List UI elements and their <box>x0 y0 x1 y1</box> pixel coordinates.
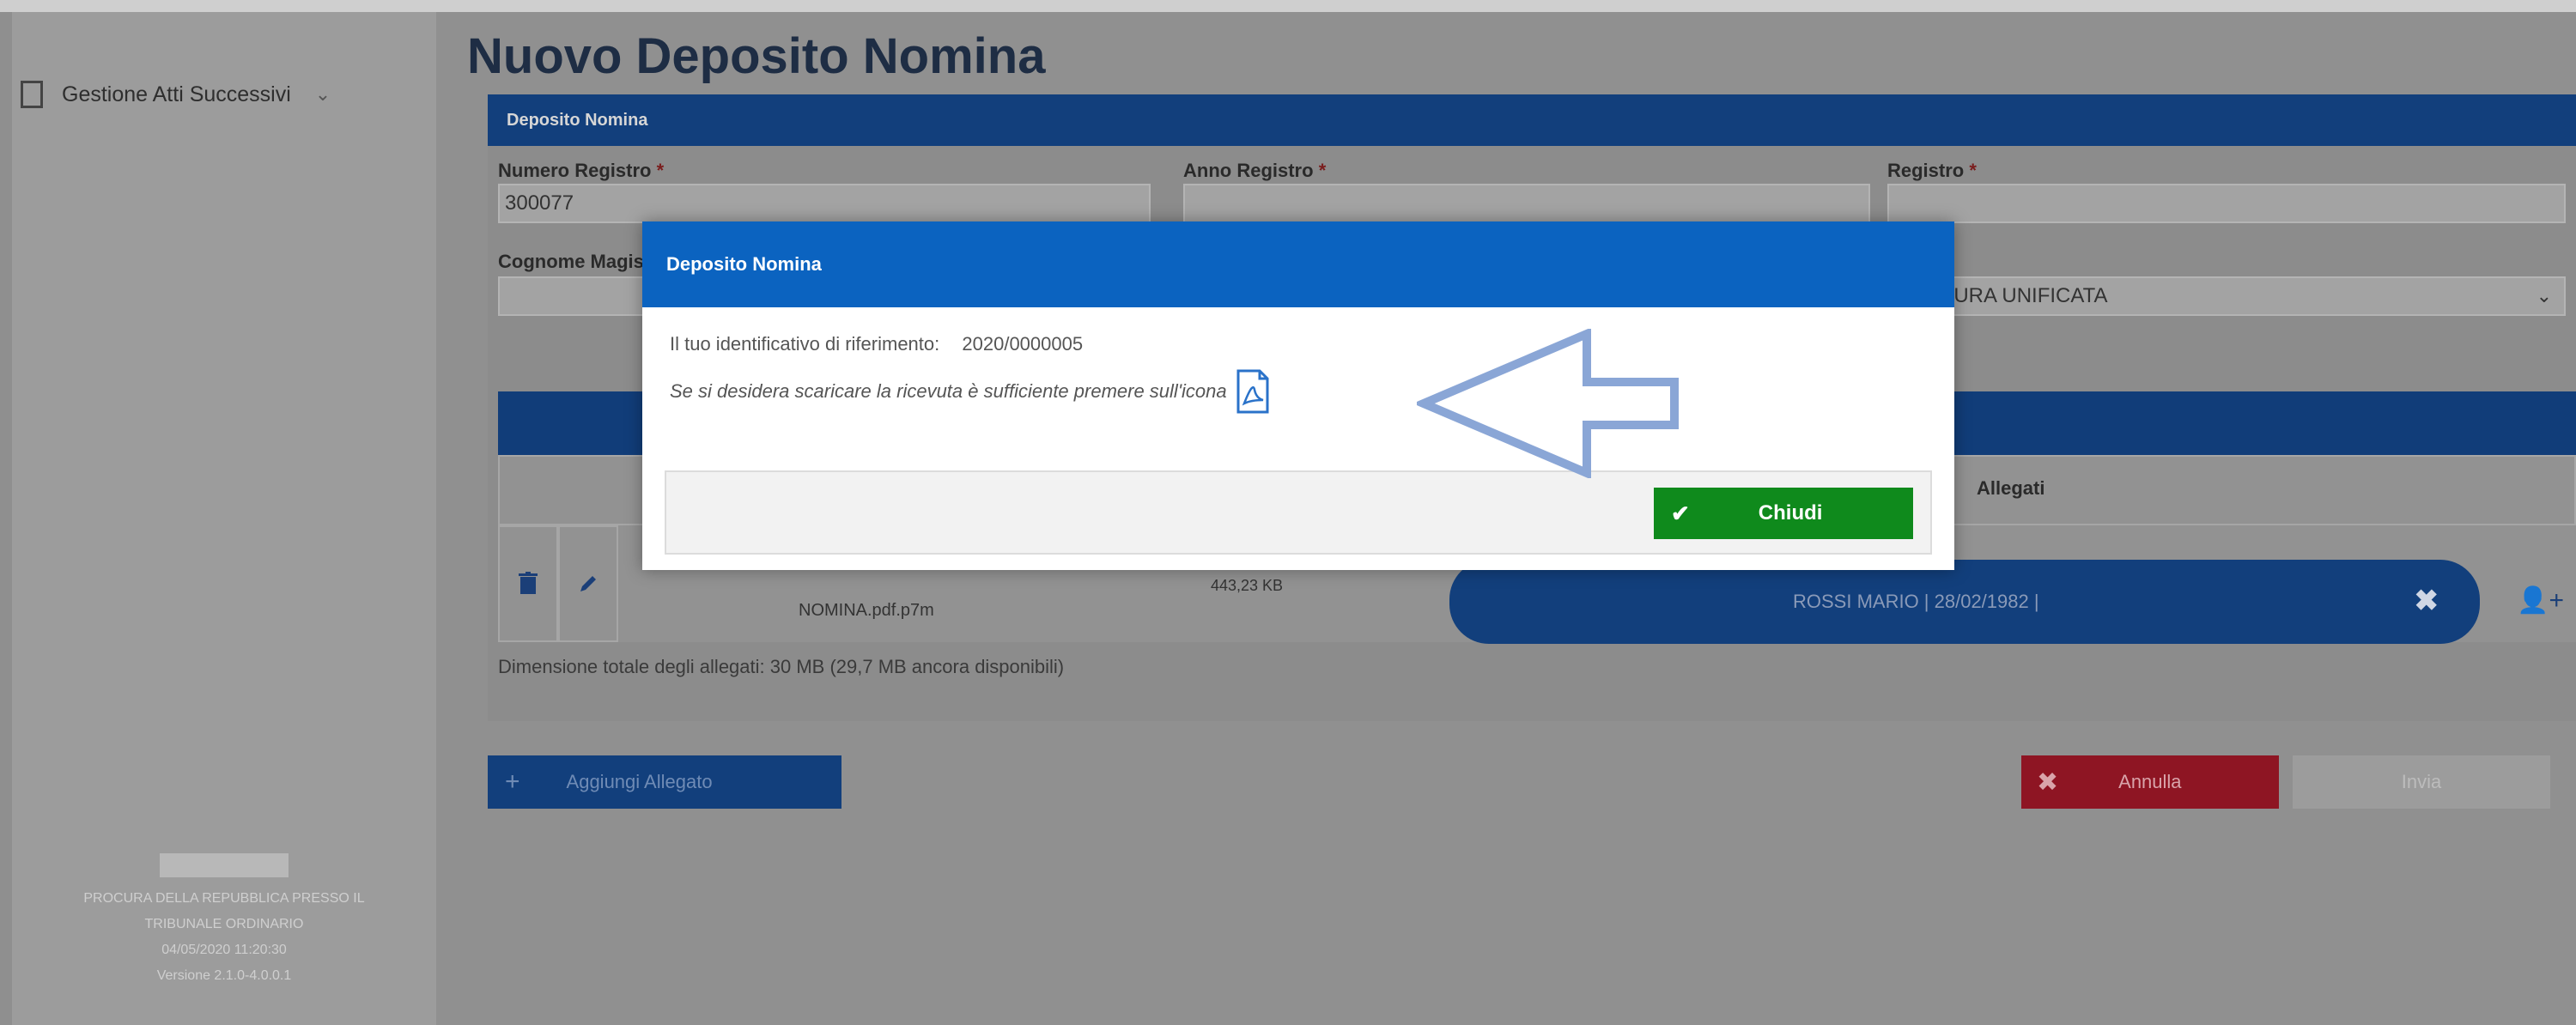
column-allegati: Allegati <box>1977 477 2045 499</box>
page-title: Nuovo Deposito Nomina <box>467 28 1046 84</box>
required-mark: * <box>1969 160 1977 181</box>
party-tag: ROSSI MARIO | 28/02/1982 | ✖ <box>1449 560 2480 644</box>
modal-title: Deposito Nomina <box>642 221 1954 307</box>
attachment-filename: NOMINA.pdf.p7m <box>799 601 934 620</box>
ufficio-select[interactable]: PROCURA UNIFICATA ⌄ <box>1887 276 2566 316</box>
required-mark: * <box>1318 160 1327 181</box>
reference-id: 2020/0000005 <box>962 333 1084 355</box>
chevron-down-icon: ⌄ <box>314 83 331 105</box>
annotation-arrow <box>1417 329 1679 478</box>
attachments-size-note: Dimensione totale degli allegati: 30 MB … <box>498 656 1065 677</box>
sidebar-item-gestione-atti[interactable]: Gestione Atti Successivi ⌄ <box>12 60 436 129</box>
download-instruction: Se si desidera scaricare la ricevuta è s… <box>670 380 1227 402</box>
remove-party-button[interactable]: ✖ <box>2415 584 2439 618</box>
anno-registro-label: Anno Registro * <box>1183 160 1327 181</box>
close-label: Chiudi <box>1758 501 1823 525</box>
footer-office-line: PROCURA DELLA REPUBBLICA PRESSO IL <box>83 891 365 906</box>
confirmation-modal: Deposito Nomina Il tuo identificativo di… <box>642 221 1954 570</box>
required-mark: * <box>656 160 665 181</box>
cancel-label: Annulla <box>2118 771 2182 792</box>
close-icon: ✖ <box>2037 767 2059 797</box>
close-button[interactable]: ✔ Chiudi <box>1654 488 1913 539</box>
sidebar: Gestione Atti Successivi ⌄ PROCURA DELLA… <box>12 12 436 1025</box>
party-tag-label: ROSSI MARIO | 28/02/1982 | <box>1793 591 2039 612</box>
send-label: Invia <box>2401 771 2442 792</box>
footer-datetime: 04/05/2020 11:20:30 <box>161 943 287 957</box>
sidebar-item-label: Gestione Atti Successivi <box>62 82 291 106</box>
registro-label: Registro * <box>1887 160 1977 181</box>
pencil-icon <box>580 576 596 591</box>
numero-registro-input[interactable]: 300077 <box>498 184 1151 223</box>
send-button[interactable]: Invia <box>2293 755 2550 809</box>
reference-label: Il tuo identificativo di riferimento: <box>670 333 940 355</box>
section-header: Deposito Nomina <box>488 94 2576 146</box>
modal-footer: ✔ Chiudi <box>665 470 1932 555</box>
reference-line: Il tuo identificativo di riferimento: 20… <box>670 333 1083 355</box>
sidebar-footer: PROCURA DELLA REPUBBLICA PRESSO IL TRIBU… <box>12 853 436 989</box>
footer-logo <box>160 853 289 877</box>
pdf-file-icon[interactable] <box>1236 369 1270 414</box>
plus-icon: + <box>505 767 520 796</box>
delete-button[interactable] <box>498 525 558 642</box>
trash-icon <box>519 572 538 594</box>
registro-input[interactable] <box>1887 184 2566 223</box>
chevron-down-icon: ⌄ <box>2536 285 2552 306</box>
cancel-button[interactable]: ✖ Annulla <box>2021 755 2279 809</box>
download-line: Se si desidera scaricare la ricevuta è s… <box>670 369 1270 414</box>
attachment-filesize: 443,23 KB <box>1211 577 1284 594</box>
top-strip <box>0 0 2576 12</box>
check-icon: ✔ <box>1671 500 1690 526</box>
footer-version: Versione 2.1.0-4.0.0.1 <box>156 968 292 983</box>
document-icon <box>21 81 43 108</box>
add-party-button[interactable]: 👤+ <box>2517 585 2564 616</box>
edit-button[interactable] <box>558 525 618 642</box>
footer-court-line: TRIBUNALE ORDINARIO <box>144 917 304 931</box>
add-attachment-button[interactable]: + Aggiungi Allegato <box>488 755 841 809</box>
anno-registro-input[interactable] <box>1183 184 1870 223</box>
numero-registro-label: Numero Registro * <box>498 160 665 181</box>
add-attachment-label: Aggiungi Allegato <box>566 771 713 792</box>
